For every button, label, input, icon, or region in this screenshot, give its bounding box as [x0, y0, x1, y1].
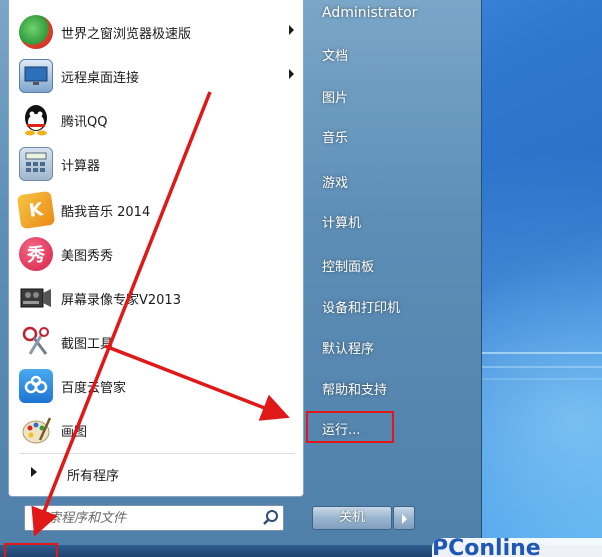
program-item-browser[interactable]: 世界之窗浏览器极速版: [9, 12, 303, 52]
browser-icon: [19, 15, 53, 49]
program-label: 截图工具: [61, 337, 114, 352]
right-item-default-programs[interactable]: 默认程序: [322, 338, 374, 360]
watermark-logo: PConline: [432, 538, 602, 557]
user-name-link[interactable]: Administrator: [322, 5, 417, 27]
right-item-pictures[interactable]: 图片: [322, 87, 348, 109]
snipping-tool-icon: [19, 325, 53, 359]
baidu-cloud-icon: [19, 369, 53, 403]
right-item-computer[interactable]: 计算机: [322, 212, 361, 234]
wallpaper-streak: [480, 352, 602, 354]
program-item-calculator[interactable]: 计算器: [9, 144, 303, 184]
qq-icon: [19, 103, 53, 137]
submenu-arrow-icon: [289, 69, 294, 79]
wallpaper-streak: [480, 366, 602, 368]
program-label: 美图秀秀: [61, 249, 114, 264]
program-label: 远程桌面连接: [61, 71, 140, 86]
meitu-icon: 秀: [19, 237, 53, 271]
program-item-baidu-cloud[interactable]: 百度云管家: [9, 366, 303, 406]
program-label: 酷我音乐 2014: [61, 205, 151, 220]
program-label: 百度云管家: [61, 381, 127, 396]
triangle-right-icon: [31, 467, 37, 477]
search-box[interactable]: [24, 505, 284, 531]
shutdown-button[interactable]: 关机: [312, 506, 392, 530]
paint-icon: [19, 413, 53, 447]
calculator-icon: [19, 147, 53, 181]
all-programs-label: 所有程序: [67, 469, 120, 484]
program-label: 屏幕录像专家V2013: [61, 293, 181, 308]
all-programs-button[interactable]: 所有程序: [9, 458, 303, 488]
program-item-meitu[interactable]: 秀 美图秀秀: [9, 234, 303, 274]
program-label: 世界之窗浏览器极速版: [61, 27, 192, 42]
search-input[interactable]: [25, 506, 257, 530]
right-item-music[interactable]: 音乐: [322, 127, 348, 149]
program-item-snipping-tool[interactable]: 截图工具: [9, 322, 303, 362]
program-label: 画图: [61, 425, 88, 440]
programs-panel: 世界之窗浏览器极速版 远程桌面连接 腾讯QQ 计算器 K 酷我音乐 2014 秀…: [8, 0, 304, 497]
program-item-remote-desktop[interactable]: 远程桌面连接: [9, 56, 303, 96]
watermark-text: PConline: [432, 538, 541, 557]
right-item-devices-printers[interactable]: 设备和打印机: [322, 297, 400, 319]
right-item-help-support[interactable]: 帮助和支持: [322, 379, 387, 401]
run-highlight-box: [306, 411, 394, 443]
program-item-kuwo-music[interactable]: K 酷我音乐 2014: [9, 190, 303, 230]
submenu-arrow-icon: [289, 25, 294, 35]
program-item-screen-recorder[interactable]: 屏幕录像专家V2013: [9, 278, 303, 318]
shutdown-options-button[interactable]: [393, 506, 415, 530]
triangle-right-icon: [402, 514, 407, 524]
kuwo-music-icon: K: [16, 190, 56, 230]
remote-desktop-icon: [19, 59, 53, 93]
right-item-documents[interactable]: 文档: [322, 45, 348, 67]
right-item-games[interactable]: 游戏: [322, 172, 348, 194]
search-icon[interactable]: [261, 508, 281, 528]
screen-recorder-icon: [19, 281, 53, 315]
program-label: 腾讯QQ: [61, 115, 108, 130]
start-button-highlight-box: [4, 543, 58, 557]
start-menu: 世界之窗浏览器极速版 远程桌面连接 腾讯QQ 计算器 K 酷我音乐 2014 秀…: [0, 0, 482, 557]
panel-divider: [19, 453, 295, 454]
wallpaper-streak: [480, 378, 602, 380]
program-item-qq[interactable]: 腾讯QQ: [9, 100, 303, 140]
program-item-paint[interactable]: 画图: [9, 410, 303, 450]
program-label: 计算器: [61, 159, 101, 174]
right-item-control-panel[interactable]: 控制面板: [322, 256, 374, 278]
